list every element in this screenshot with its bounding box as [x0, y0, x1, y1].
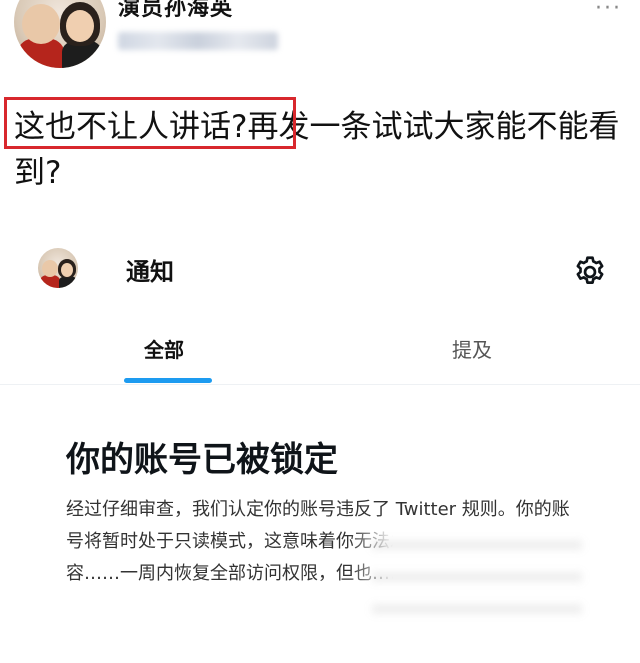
redaction-blur-lines — [372, 540, 582, 620]
gear-icon[interactable] — [572, 254, 608, 290]
author-name[interactable]: 演员孙海英 — [118, 0, 233, 22]
highlight-annotation-box — [4, 97, 296, 149]
tab-all[interactable]: 全部 — [144, 334, 184, 363]
tab-divider — [0, 384, 640, 385]
user-avatar[interactable] — [38, 248, 78, 288]
author-avatar[interactable] — [14, 0, 106, 68]
active-tab-indicator — [124, 378, 212, 383]
tab-mentions[interactable]: 提及 — [452, 334, 492, 363]
page-title: 通知 — [126, 258, 174, 286]
more-options-icon[interactable]: ··· — [595, 0, 622, 21]
author-handle-blurred — [118, 32, 278, 50]
lock-notice-heading: 你的账号已被锁定 — [66, 440, 338, 480]
